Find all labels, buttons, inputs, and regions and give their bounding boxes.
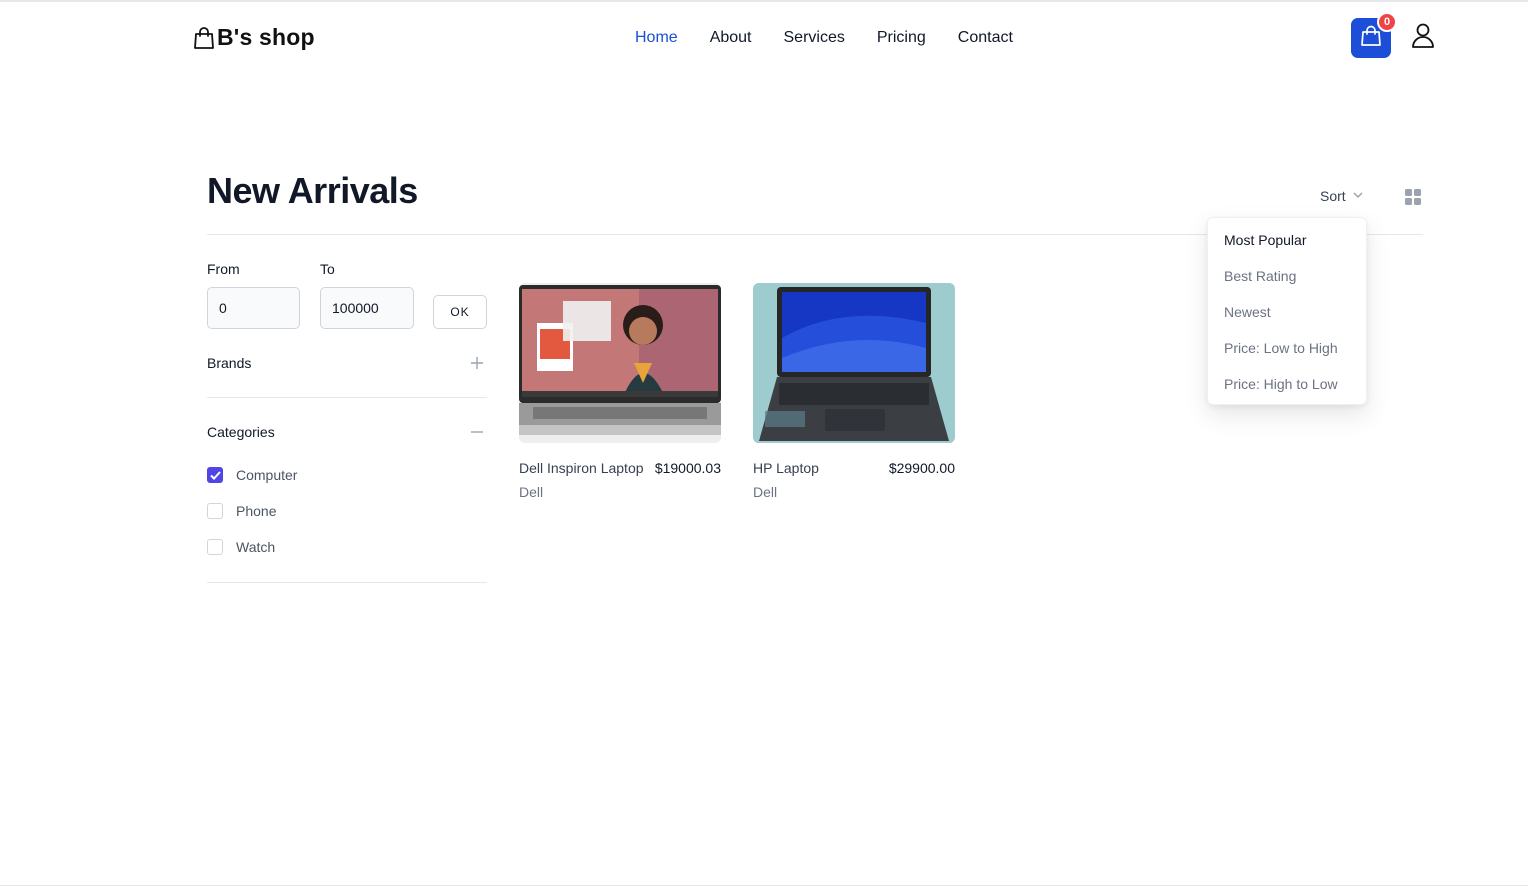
category-label: Computer — [236, 467, 298, 483]
sort-option-best-rating[interactable]: Best Rating — [1208, 258, 1366, 294]
bottom-border — [0, 885, 1528, 886]
page-title: New Arrivals — [207, 170, 418, 211]
grid-view-icon[interactable] — [1404, 188, 1422, 206]
price-to-input[interactable]: 100000 — [320, 287, 414, 329]
category-label: Phone — [236, 503, 277, 519]
product-name[interactable]: Dell Inspiron Laptop — [519, 460, 644, 476]
user-icon — [1408, 20, 1438, 55]
logo[interactable]: B's shop — [193, 24, 315, 51]
product-image[interactable] — [753, 283, 955, 443]
logo-text: B's shop — [217, 24, 315, 50]
user-account-button[interactable] — [1406, 20, 1440, 54]
checkbox[interactable] — [207, 539, 223, 555]
nav-services[interactable]: Services — [784, 28, 845, 48]
product-name[interactable]: HP Laptop — [753, 460, 819, 476]
product-card[interactable]: Dell Inspiron Laptop $19000.03 Dell — [519, 283, 721, 500]
categories-section-title[interactable]: Categories — [207, 424, 275, 440]
sort-option-price-low-high[interactable]: Price: Low to High — [1208, 330, 1366, 366]
shopping-bag-icon — [193, 26, 215, 50]
product-price: $19000.03 — [654, 460, 721, 476]
brands-section-title[interactable]: Brands — [207, 355, 251, 371]
sort-button[interactable]: Sort — [1320, 188, 1364, 204]
nav-home[interactable]: Home — [635, 28, 678, 48]
to-label: To — [320, 261, 335, 277]
plus-icon[interactable] — [470, 356, 484, 370]
product-brand: Dell — [519, 484, 544, 500]
sort-option-most-popular[interactable]: Most Popular — [1208, 222, 1366, 258]
product-card[interactable]: HP Laptop $29900.00 Dell — [753, 283, 955, 500]
brands-divider — [207, 397, 487, 398]
sort-option-newest[interactable]: Newest — [1208, 294, 1366, 330]
nav-pricing[interactable]: Pricing — [877, 28, 926, 48]
nav-about[interactable]: About — [710, 28, 752, 48]
checkbox[interactable] — [207, 503, 223, 519]
categories-divider — [207, 582, 487, 583]
nav-contact[interactable]: Contact — [958, 28, 1013, 48]
product-brand: Dell — [753, 484, 778, 500]
category-computer[interactable]: Computer — [207, 467, 297, 483]
product-image[interactable] — [519, 283, 721, 443]
chevron-down-icon — [1352, 188, 1364, 204]
from-label: From — [207, 261, 240, 277]
price-from-input[interactable]: 0 — [207, 287, 300, 329]
product-price: $29900.00 — [888, 460, 955, 476]
category-phone[interactable]: Phone — [207, 503, 276, 519]
main-nav: Home About Services Pricing Contact — [635, 28, 1045, 48]
apply-price-button[interactable]: OK — [433, 295, 487, 329]
checkbox-checked[interactable] — [207, 467, 223, 483]
category-label: Watch — [236, 539, 276, 555]
shopping-bag-icon — [1361, 25, 1381, 52]
top-border — [0, 0, 1528, 2]
sort-dropdown-menu: Most Popular Best Rating Newest Price: L… — [1207, 217, 1367, 405]
cart-count-badge: 0 — [1377, 12, 1397, 32]
category-watch[interactable]: Watch — [207, 539, 275, 555]
sort-option-price-high-low[interactable]: Price: High to Low — [1208, 366, 1366, 402]
minus-icon[interactable] — [470, 425, 484, 439]
sort-label: Sort — [1320, 188, 1346, 204]
